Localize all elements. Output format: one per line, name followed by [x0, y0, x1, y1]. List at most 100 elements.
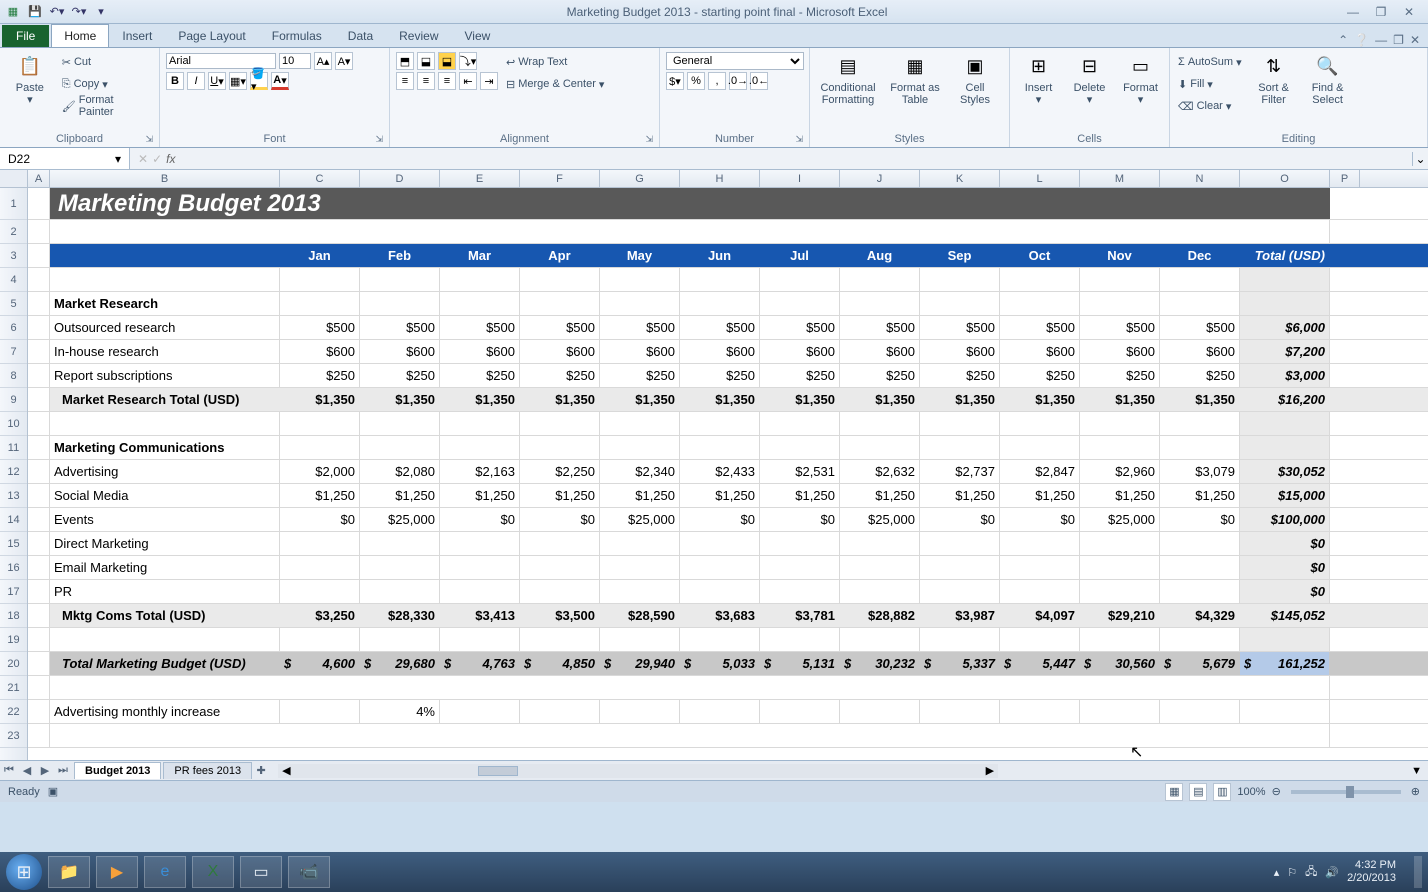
cell[interactable]: $2,632 [840, 460, 920, 483]
cell[interactable]: $2,163 [440, 460, 520, 483]
cell[interactable] [360, 436, 440, 459]
cell[interactable] [28, 292, 50, 315]
cell[interactable]: $600 [520, 340, 600, 363]
cell[interactable]: $500 [920, 316, 1000, 339]
cell[interactable]: $1,250 [760, 484, 840, 507]
cell[interactable]: Advertising monthly increase [50, 700, 280, 723]
cell[interactable] [1080, 700, 1160, 723]
cell[interactable] [520, 436, 600, 459]
cell[interactable] [600, 628, 680, 651]
taskbar-excel-icon[interactable]: X [192, 856, 234, 888]
cell[interactable] [920, 556, 1000, 579]
cell[interactable]: $145,052 [1240, 604, 1330, 627]
cell[interactable]: $1,250 [1080, 484, 1160, 507]
cell[interactable] [1240, 628, 1330, 651]
cell[interactable] [840, 700, 920, 723]
font-launcher-icon[interactable]: ⇲ [375, 134, 383, 145]
wrap-text-button[interactable]: ↩Wrap Text [504, 52, 606, 72]
cell[interactable] [1000, 628, 1080, 651]
show-desktop-button[interactable] [1414, 856, 1422, 888]
increase-font-icon[interactable]: A▴ [314, 52, 332, 70]
cell[interactable]: $600 [440, 340, 520, 363]
cell-styles-button[interactable]: ▣Cell Styles [950, 52, 1000, 106]
minimize-icon[interactable]: — [1344, 5, 1362, 19]
cell[interactable]: $250 [1000, 364, 1080, 387]
cell[interactable]: $16,200 [1240, 388, 1330, 411]
autosum-button[interactable]: ΣAutoSum ▾ [1176, 52, 1244, 72]
zoom-in-icon[interactable]: ⊕ [1411, 785, 1420, 798]
cell[interactable]: Email Marketing [50, 556, 280, 579]
cell[interactable]: $500 [680, 316, 760, 339]
decrease-indent-icon[interactable]: ⇤ [459, 72, 477, 90]
cell[interactable]: $600 [920, 340, 1000, 363]
cell[interactable]: $600 [600, 340, 680, 363]
cell[interactable] [1000, 556, 1080, 579]
cell[interactable]: Feb [360, 244, 440, 267]
cell[interactable]: $2,847 [1000, 460, 1080, 483]
percent-format-icon[interactable]: % [687, 72, 705, 90]
italic-icon[interactable]: I [187, 72, 205, 90]
cell[interactable]: $30,560 [1080, 652, 1160, 675]
cell[interactable]: $1,250 [280, 484, 360, 507]
cell[interactable] [1080, 580, 1160, 603]
cell[interactable] [1000, 436, 1080, 459]
clear-button[interactable]: ⌫Clear ▾ [1176, 96, 1244, 116]
cell[interactable]: $1,350 [920, 388, 1000, 411]
cell[interactable]: $1,350 [1160, 388, 1240, 411]
bold-icon[interactable]: B [166, 72, 184, 90]
cell[interactable] [680, 628, 760, 651]
cell[interactable]: $2,737 [920, 460, 1000, 483]
cell[interactable] [360, 532, 440, 555]
cell[interactable]: $1,250 [840, 484, 920, 507]
cell[interactable] [28, 388, 50, 411]
cell[interactable] [920, 580, 1000, 603]
cell[interactable] [28, 484, 50, 507]
col-header-D[interactable]: D [360, 170, 440, 187]
cell[interactable]: Marketing Budget 2013 [50, 188, 1330, 219]
merge-center-button[interactable]: ⊟Merge & Center ▾ [504, 74, 606, 94]
cell[interactable]: $500 [1160, 316, 1240, 339]
cell[interactable] [1080, 292, 1160, 315]
cell[interactable] [920, 628, 1000, 651]
cell[interactable] [920, 700, 1000, 723]
cell[interactable]: Direct Marketing [50, 532, 280, 555]
tab-formulas[interactable]: Formulas [259, 24, 335, 47]
cell[interactable]: Total (USD) [1240, 244, 1330, 267]
cell[interactable]: $2,960 [1080, 460, 1160, 483]
col-header-M[interactable]: M [1080, 170, 1160, 187]
cell[interactable]: $25,000 [840, 508, 920, 531]
cell[interactable]: $250 [760, 364, 840, 387]
cell[interactable] [440, 580, 520, 603]
cell[interactable] [840, 436, 920, 459]
cell[interactable]: $0 [760, 508, 840, 531]
cell[interactable] [920, 268, 1000, 291]
col-header-I[interactable]: I [760, 170, 840, 187]
tab-home[interactable]: Home [51, 24, 109, 47]
cell[interactable]: $1,250 [360, 484, 440, 507]
cell[interactable] [680, 436, 760, 459]
page-break-view-icon[interactable]: ▥ [1213, 783, 1231, 801]
cell[interactable] [28, 316, 50, 339]
cell[interactable]: $1,250 [1160, 484, 1240, 507]
cell[interactable] [680, 412, 760, 435]
cell[interactable]: $500 [280, 316, 360, 339]
cell[interactable] [520, 700, 600, 723]
cell[interactable]: Oct [1000, 244, 1080, 267]
window-minimize-icon[interactable]: — [1375, 33, 1387, 47]
cell[interactable] [840, 580, 920, 603]
cell[interactable] [1240, 412, 1330, 435]
cell[interactable] [280, 412, 360, 435]
cell[interactable] [280, 268, 360, 291]
cell[interactable] [440, 556, 520, 579]
cell[interactable]: $1,350 [1080, 388, 1160, 411]
save-icon[interactable]: 💾 [26, 3, 44, 21]
page-layout-view-icon[interactable]: ▤ [1189, 783, 1207, 801]
cell[interactable]: $29,210 [1080, 604, 1160, 627]
cell[interactable]: $0 [1000, 508, 1080, 531]
cell[interactable] [1080, 628, 1160, 651]
row-header-19[interactable]: 19 [0, 628, 27, 652]
cell[interactable]: $3,000 [1240, 364, 1330, 387]
cell[interactable] [600, 580, 680, 603]
cell[interactable]: $3,987 [920, 604, 1000, 627]
row-header-21[interactable]: 21 [0, 676, 27, 700]
